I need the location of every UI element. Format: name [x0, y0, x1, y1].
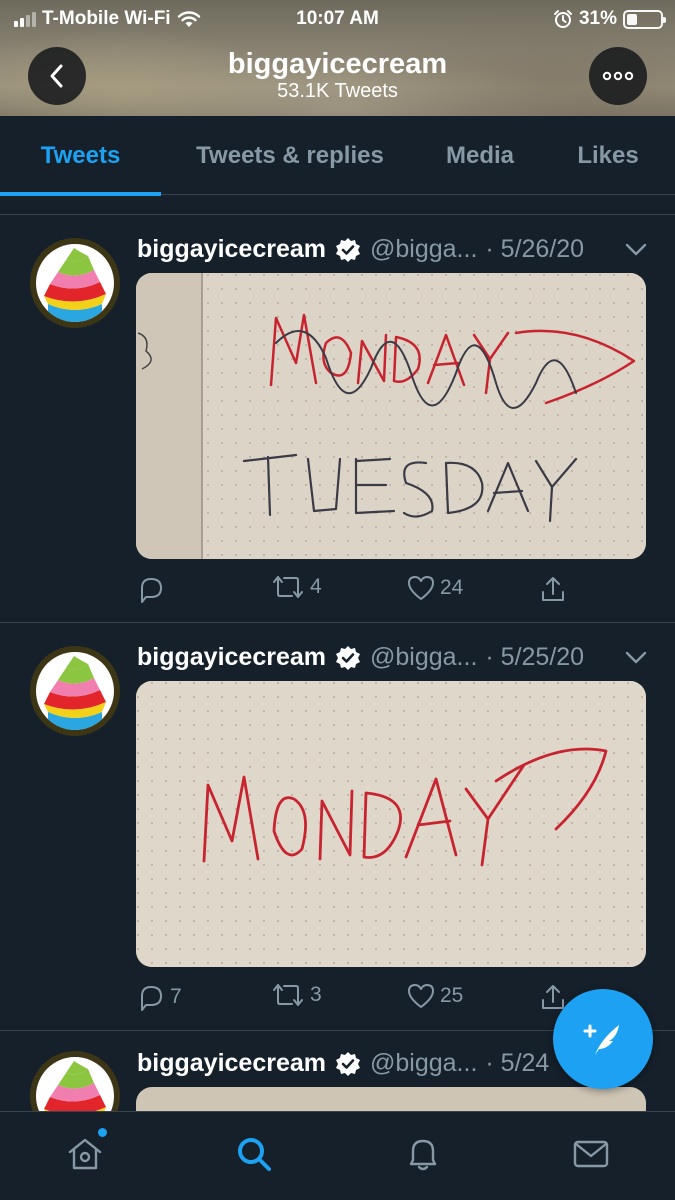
tweet-actions: 4 24 — [136, 574, 646, 604]
tweet-author-name[interactable]: biggayicecream — [137, 235, 326, 264]
compose-tweet-icon — [583, 1024, 619, 1055]
bottom-navigation — [0, 1111, 675, 1200]
avatar[interactable] — [30, 646, 120, 736]
reply-button[interactable] — [136, 574, 170, 604]
tweet-author-handle[interactable]: @bigga... — [370, 235, 477, 264]
tweet-author-name[interactable]: biggayicecream — [137, 1049, 326, 1078]
like-count: 24 — [440, 576, 464, 599]
like-button[interactable]: 24 — [406, 574, 463, 602]
share-button[interactable] — [538, 574, 568, 604]
new-content-dot — [98, 1128, 107, 1137]
nav-notifications[interactable] — [401, 1132, 445, 1176]
tab-media[interactable]: Media — [419, 116, 541, 195]
chevron-down-icon[interactable] — [625, 243, 647, 257]
avatar[interactable] — [30, 238, 120, 328]
notebook-photo — [136, 681, 646, 967]
alarm-icon — [553, 10, 572, 28]
like-count: 25 — [440, 984, 464, 1007]
bell-icon — [409, 1139, 437, 1171]
tweet-header: biggayicecream @bigga... · 5/24 — [137, 1049, 549, 1078]
status-right: 31% — [553, 8, 666, 30]
battery-level-fill — [627, 13, 637, 25]
retweet-icon — [273, 576, 303, 598]
retweet-icon — [273, 984, 303, 1006]
search-icon — [238, 1138, 271, 1171]
tweet-count: 53.1K Tweets — [277, 80, 398, 102]
like-button[interactable]: 25 — [406, 982, 463, 1010]
retweet-count: 3 — [310, 983, 322, 1006]
reply-button[interactable]: 7 — [136, 982, 182, 1012]
heart-icon — [408, 576, 434, 600]
profile-header: T-Mobile Wi-Fi 10:07 AM 31% biggayicecre… — [0, 0, 675, 116]
ice-cream-logo — [44, 248, 106, 322]
tab-tweets-replies[interactable]: Tweets & replies — [161, 116, 419, 195]
reply-icon — [141, 578, 162, 603]
nav-messages[interactable] — [569, 1132, 613, 1176]
status-bar: T-Mobile Wi-Fi 10:07 AM 31% — [0, 0, 675, 38]
reply-icon — [141, 986, 162, 1011]
tweet-author-name[interactable]: biggayicecream — [137, 643, 326, 672]
ice-cream-logo — [44, 656, 106, 730]
tweet-header: biggayicecream @bigga... · 5/25/20 — [137, 643, 584, 672]
share-icon — [542, 577, 564, 601]
tweet-image[interactable] — [136, 273, 646, 559]
heart-icon — [408, 984, 434, 1008]
retweet-button[interactable]: 4 — [270, 574, 322, 600]
tweet[interactable]: biggayicecream @bigga... · 5/26/20 4 24 — [0, 215, 675, 623]
profile-name: biggayicecream — [227, 48, 448, 80]
tweet-date[interactable]: · 5/25/20 — [485, 643, 584, 672]
tweet[interactable]: biggayicecream @bigga... · 5/25/20 7 3 2… — [0, 623, 675, 1031]
verified-badge-icon — [336, 1051, 360, 1076]
nav-home[interactable] — [63, 1128, 107, 1176]
tab-likes[interactable]: Likes — [541, 116, 675, 195]
reply-count: 7 — [170, 985, 182, 1008]
home-icon — [68, 1138, 102, 1170]
more-horizontal-icon — [602, 71, 634, 81]
compose-tweet-button[interactable] — [553, 989, 653, 1089]
notebook-photo — [136, 273, 646, 559]
battery-icon — [623, 9, 666, 29]
battery-percent: 31% — [578, 8, 617, 29]
tweet-image[interactable] — [136, 1087, 646, 1111]
nav-search[interactable] — [232, 1132, 276, 1176]
tweet-date[interactable]: · 5/24 — [485, 1049, 549, 1078]
tweet-image[interactable] — [136, 681, 646, 967]
tab-tweets[interactable]: Tweets — [0, 116, 161, 196]
chevron-down-icon[interactable] — [625, 651, 647, 665]
profile-tabs: Tweets Tweets & replies Media Likes — [0, 116, 675, 196]
tweet-author-handle[interactable]: @bigga... — [370, 1049, 477, 1078]
avatar[interactable] — [30, 1051, 120, 1111]
retweet-count: 4 — [310, 575, 322, 598]
tweet-header: biggayicecream @bigga... · 5/26/20 — [137, 235, 584, 264]
tweet-author-handle[interactable]: @bigga... — [370, 643, 477, 672]
mail-icon — [573, 1140, 609, 1168]
retweet-button[interactable]: 3 — [270, 982, 322, 1008]
verified-badge-icon — [336, 645, 360, 670]
ice-cream-logo — [44, 1061, 106, 1111]
tweet-date[interactable]: · 5/26/20 — [485, 235, 584, 264]
verified-badge-icon — [336, 237, 360, 262]
more-button[interactable] — [589, 47, 647, 105]
